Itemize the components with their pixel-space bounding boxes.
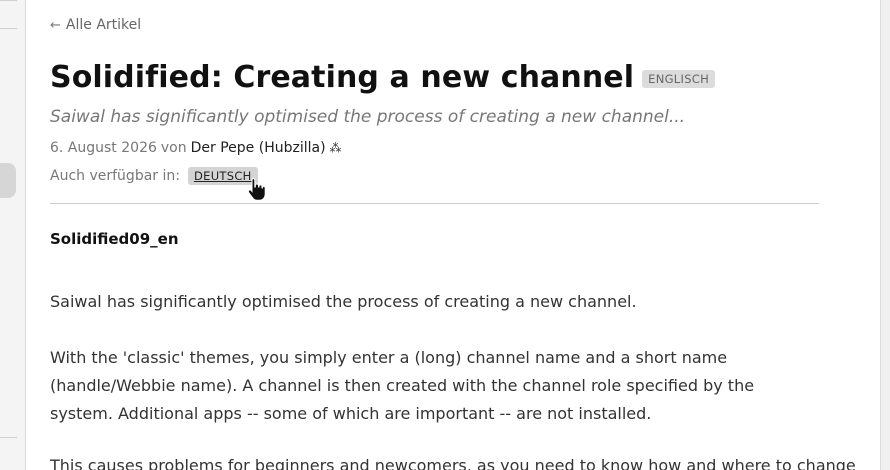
available-label: Auch verfügbar in:	[50, 168, 180, 184]
title-row: Solidified: Creating a new channel ENGLI…	[50, 60, 716, 95]
by-word: von	[160, 140, 187, 156]
back-to-articles-link[interactable]: ← Alle Artikel	[50, 17, 141, 33]
sidebar-divider	[0, 0, 17, 1]
back-link-label: Alle Artikel	[65, 17, 142, 33]
paragraph: Saiwal has significantly optimised the p…	[50, 292, 637, 311]
article-title: Solidified: Creating a new channel	[50, 60, 635, 95]
hand-pointer-icon	[247, 177, 266, 201]
article-subtitle: Saiwal has significantly optimised the p…	[50, 107, 686, 127]
paragraph: This causes problems for beginners and n…	[50, 456, 856, 470]
article-date: 6. August 2026	[50, 140, 157, 156]
article-meta: 6. August 2026 von Der Pepe (Hubzilla) ⁂	[50, 140, 342, 156]
language-badge: ENGLISCH	[642, 69, 716, 88]
fediverse-stars-icon: ⁂	[329, 141, 342, 155]
available-languages: Auch verfügbar in: DEUTSCH	[50, 167, 258, 185]
right-edge	[880, 0, 890, 470]
sidebar-divider	[0, 437, 17, 438]
arrow-left-icon: ←	[50, 17, 61, 33]
divider	[50, 203, 819, 204]
content-heading: Solidified09_en	[50, 230, 179, 248]
article-page: ← Alle Artikel Solidified: Creating a ne…	[26, 0, 880, 470]
author-link[interactable]: Der Pepe (Hubzilla)	[191, 140, 326, 156]
sidebar-divider	[0, 28, 17, 29]
paragraph: With the 'classic' themes, you simply en…	[50, 348, 755, 423]
left-sidebar-edge	[0, 0, 26, 470]
sidebar-toggle-handle[interactable]	[0, 163, 16, 198]
